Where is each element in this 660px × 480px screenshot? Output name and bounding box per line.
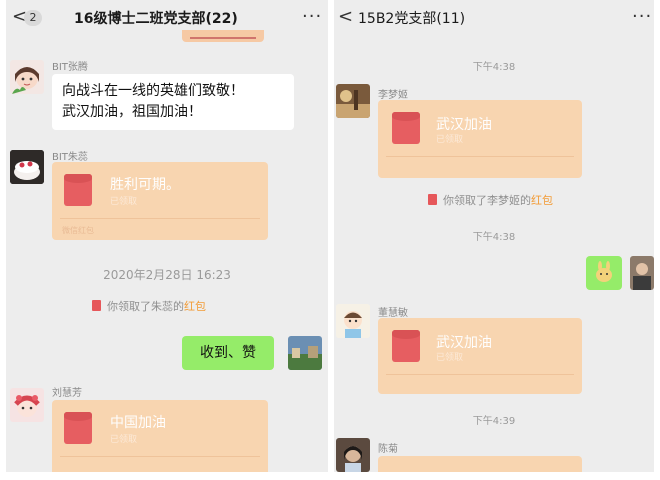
red-packet-message-partial[interactable] bbox=[378, 456, 582, 472]
system-message: 你领取了李梦姬的红包 bbox=[428, 192, 553, 208]
red-packet-partial[interactable] bbox=[182, 30, 264, 42]
chat-header: < 2 16级博士二班党支部(22) ··· bbox=[6, 0, 328, 38]
self-avatar[interactable] bbox=[288, 336, 322, 370]
chat-header: < 15B2党支部(11) ··· bbox=[334, 0, 654, 38]
back-icon[interactable]: < bbox=[338, 8, 353, 26]
message-line: 向战斗在一线的英雄们致敬！ bbox=[62, 83, 244, 99]
system-text: 你领取了李梦姬的 bbox=[443, 194, 531, 207]
rabbit-sticker-icon bbox=[596, 261, 612, 282]
message-line: 武汉加油，祖国加油！ bbox=[62, 104, 202, 120]
sender-name: BIT朱蕊 bbox=[52, 152, 88, 163]
divider bbox=[386, 156, 574, 157]
red-packet-message[interactable]: 中国加油 已领取 bbox=[52, 400, 268, 472]
timestamp: 下午4:39 bbox=[472, 416, 516, 427]
more-icon[interactable]: ··· bbox=[302, 6, 322, 27]
divider bbox=[60, 456, 260, 457]
chat-title: 16级博士二班党支部(22) bbox=[74, 11, 238, 27]
photo-avatar-icon bbox=[630, 256, 654, 290]
avatar[interactable] bbox=[10, 150, 44, 184]
unread-badge: 2 bbox=[24, 10, 42, 26]
sender-name: 陈菊 bbox=[378, 444, 398, 455]
system-message: 你领取了朱蕊的红包 bbox=[92, 298, 206, 314]
sender-name: 李梦姬 bbox=[378, 90, 408, 101]
timestamp: 下午4:38 bbox=[472, 232, 516, 243]
red-packet-title: 中国加油 bbox=[110, 415, 166, 431]
text-message[interactable]: 向战斗在一线的英雄们致敬！ 武汉加油，祖国加油！ bbox=[52, 74, 294, 130]
red-packet-status: 已领取 bbox=[110, 435, 138, 445]
red-packet-status: 已领取 bbox=[436, 353, 464, 363]
chat-title: 15B2党支部(11) bbox=[358, 11, 466, 27]
avatar[interactable] bbox=[336, 84, 370, 118]
avatar[interactable] bbox=[336, 304, 370, 338]
photo-avatar-icon bbox=[336, 438, 370, 472]
right-chat-window: < 15B2党支部(11) ··· 下午4:38 李梦姬 武汉加油 已领取 你领… bbox=[334, 0, 654, 472]
red-packet-message[interactable]: 武汉加油 已领取 bbox=[378, 318, 582, 394]
left-chat-window: < 2 16级博士二班党支部(22) ··· BIT张腾 向战斗在一线的英雄们致… bbox=[6, 0, 328, 472]
cartoon-avatar-icon bbox=[12, 67, 39, 94]
sent-sticker-message[interactable] bbox=[586, 256, 622, 290]
red-packet-icon bbox=[392, 112, 420, 144]
sender-name: 董慧敏 bbox=[378, 308, 408, 319]
sender-name: BIT张腾 bbox=[52, 62, 88, 73]
landscape-avatar-icon bbox=[288, 336, 322, 370]
system-text: 你领取了朱蕊的 bbox=[107, 300, 184, 313]
more-icon[interactable]: ··· bbox=[632, 6, 652, 27]
self-avatar[interactable] bbox=[630, 256, 654, 290]
red-packet-footer: 微信红包 bbox=[62, 226, 94, 235]
red-packet-icon bbox=[428, 194, 437, 205]
timestamp: 2020年2月28日 16:23 bbox=[103, 268, 231, 282]
photo-avatar-icon bbox=[336, 84, 370, 118]
avatar[interactable] bbox=[336, 438, 370, 472]
red-packet-message[interactable]: 胜利可期。 已领取 微信红包 bbox=[52, 162, 268, 240]
red-packet-icon bbox=[64, 174, 92, 206]
red-packet-icon bbox=[64, 412, 92, 444]
cartoon-avatar-icon bbox=[336, 304, 370, 338]
avatar[interactable] bbox=[10, 60, 44, 94]
red-packet-link[interactable]: 红包 bbox=[184, 300, 206, 313]
sender-name: 刘慧芳 bbox=[52, 388, 82, 399]
cake-avatar-icon bbox=[10, 150, 44, 184]
divider bbox=[60, 218, 260, 219]
red-packet-status: 已领取 bbox=[436, 135, 464, 145]
timestamp: 下午4:38 bbox=[472, 62, 516, 73]
sent-text-message[interactable]: 收到、赞 bbox=[182, 336, 274, 370]
red-packet-icon bbox=[392, 330, 420, 362]
red-packet-title: 武汉加油 bbox=[436, 117, 492, 133]
red-packet-title: 武汉加油 bbox=[436, 335, 492, 351]
red-packet-link[interactable]: 红包 bbox=[531, 194, 553, 207]
avatar[interactable] bbox=[10, 388, 44, 422]
red-packet-icon bbox=[92, 300, 101, 311]
red-packet-message[interactable]: 武汉加油 已领取 bbox=[378, 100, 582, 178]
divider bbox=[386, 374, 574, 375]
cartoon-avatar-icon bbox=[14, 395, 40, 417]
red-packet-status: 已领取 bbox=[110, 197, 138, 207]
red-packet-title: 胜利可期。 bbox=[110, 177, 180, 193]
